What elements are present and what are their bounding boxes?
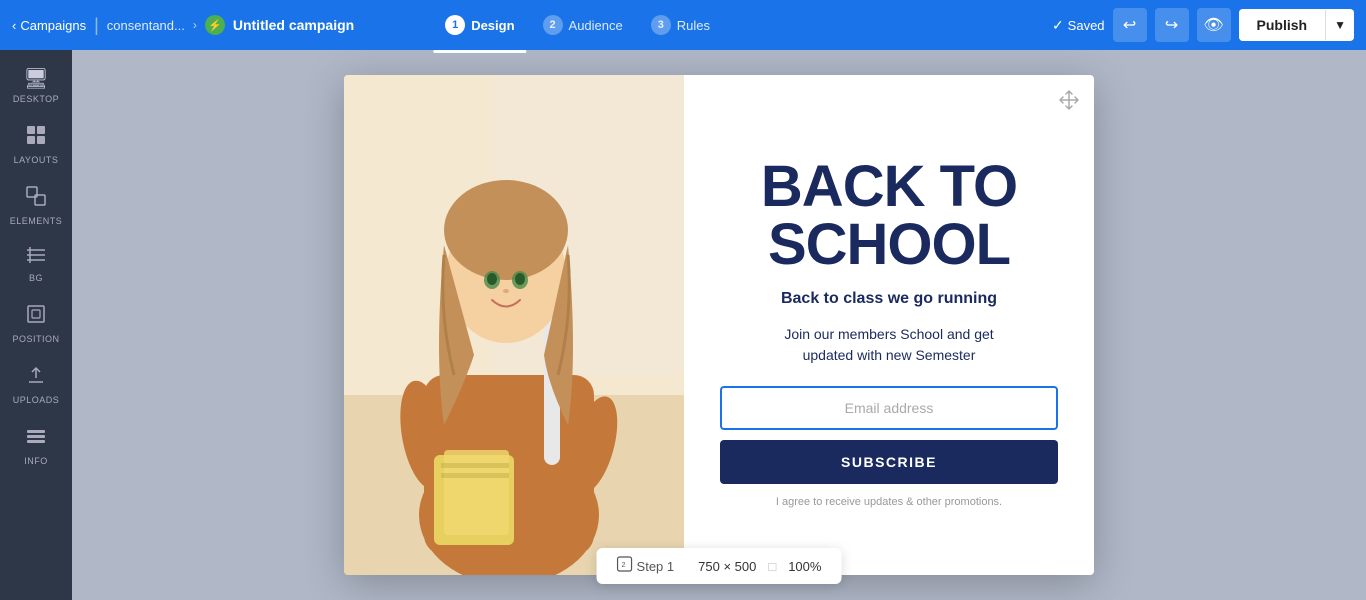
nav-right-actions: ✓ Saved ↩ ↪ 👁 Publish ▼ [1052, 8, 1354, 42]
step-badge: 2 Step 1 [617, 556, 675, 576]
desktop-icon: 🖥 [23, 66, 48, 91]
sidebar-item-info[interactable]: INFO [4, 417, 68, 474]
nav-divider: | [94, 15, 99, 36]
tab-rules[interactable]: 3 Rules [639, 11, 722, 39]
sidebar-item-desktop[interactable]: 🖥 DESKTOP [4, 58, 68, 112]
top-navigation: ‹ Campaigns | consentand... › ⚡ Untitled… [0, 0, 1366, 50]
main-layout: 🖥 DESKTOP LAYOUTS ELEMENTS [0, 50, 1366, 600]
publish-button-group: Publish ▼ [1239, 9, 1354, 41]
step-icon: 2 [617, 556, 633, 576]
step-num-1: 1 [445, 15, 465, 35]
svg-text:2: 2 [622, 562, 626, 569]
publish-button[interactable]: Publish [1239, 9, 1326, 41]
saved-label: Saved [1068, 18, 1105, 33]
separator2: □ [768, 559, 776, 574]
sidebar-item-bg[interactable]: BG [4, 238, 68, 291]
subscribe-button[interactable]: SUBSCRIBE [720, 440, 1058, 484]
sidebar-position-label: POSITION [12, 334, 59, 344]
sidebar-item-uploads[interactable]: UPLOADS [4, 356, 68, 413]
tab-design[interactable]: 1 Design [433, 11, 526, 39]
sidebar-info-label: INFO [24, 456, 48, 466]
sidebar-uploads-label: UPLOADS [13, 395, 60, 405]
popup-content-panel: BACK TO SCHOOL Back to class we go runni… [684, 75, 1094, 575]
tab-audience-label: Audience [569, 18, 623, 33]
sidebar-item-elements[interactable]: ELEMENTS [4, 177, 68, 234]
redo-button[interactable]: ↪ [1155, 8, 1189, 42]
popup-preview[interactable]: BACK TO SCHOOL Back to class we go runni… [344, 75, 1094, 575]
step-tabs: 1 Design 2 Audience 3 Rules [433, 11, 722, 39]
campaigns-label[interactable]: Campaigns [20, 18, 86, 33]
campaign-title[interactable]: Untitled campaign [233, 17, 354, 33]
canvas-size-label: 750 × 500 [698, 559, 756, 574]
breadcrumb-consentand[interactable]: consentand... [107, 18, 185, 33]
popup-image-panel [344, 75, 684, 575]
sidebar-item-layouts[interactable]: LAYOUTS [4, 116, 68, 173]
info-icon [25, 425, 47, 453]
step-label: Step 1 [637, 559, 675, 574]
sidebar-desktop-label: DESKTOP [13, 94, 59, 104]
canvas-area: BACK TO SCHOOL Back to class we go runni… [72, 50, 1366, 600]
move-handle-icon[interactable] [1058, 89, 1080, 117]
sidebar-layouts-label: LAYOUTS [14, 155, 59, 165]
bg-icon [25, 246, 47, 270]
elements-icon [25, 185, 47, 213]
popup-background-image [344, 75, 684, 575]
preview-button[interactable]: 👁 [1197, 8, 1231, 42]
tab-rules-label: Rules [677, 18, 710, 33]
step-num-2: 2 [543, 15, 563, 35]
sidebar-elements-label: ELEMENTS [10, 216, 63, 226]
chevron-right-icon: › [193, 18, 197, 32]
zoom-level: 100% [788, 559, 821, 574]
popup-subtitle1: Back to class we go running [781, 290, 997, 308]
popup-subtitle2: Join our members School and getupdated w… [784, 324, 993, 366]
back-to-campaigns[interactable]: ‹ Campaigns [12, 18, 86, 33]
tab-design-label: Design [471, 18, 514, 33]
sidebar-bg-label: BG [29, 273, 43, 283]
uploads-icon [25, 364, 47, 392]
popup-main-title: BACK TO SCHOOL [761, 158, 1017, 274]
check-icon: ✓ [1052, 17, 1064, 34]
position-icon [25, 303, 47, 331]
bottom-status-bar: 2 Step 1 750 × 500 □ 100% [597, 548, 842, 584]
layouts-icon [25, 124, 47, 152]
publish-dropdown-button[interactable]: ▼ [1325, 10, 1354, 40]
email-input[interactable] [720, 386, 1058, 430]
agree-text: I agree to receive updates & other promo… [776, 496, 1002, 508]
sidebar: 🖥 DESKTOP LAYOUTS ELEMENTS [0, 50, 72, 600]
sidebar-item-position[interactable]: POSITION [4, 295, 68, 352]
step-num-3: 3 [651, 15, 671, 35]
tab-audience[interactable]: 2 Audience [531, 11, 635, 39]
bolt-icon: ⚡ [205, 15, 225, 35]
chevron-left-icon: ‹ [12, 18, 16, 33]
saved-indicator: ✓ Saved [1052, 17, 1105, 34]
undo-button[interactable]: ↩ [1113, 8, 1147, 42]
